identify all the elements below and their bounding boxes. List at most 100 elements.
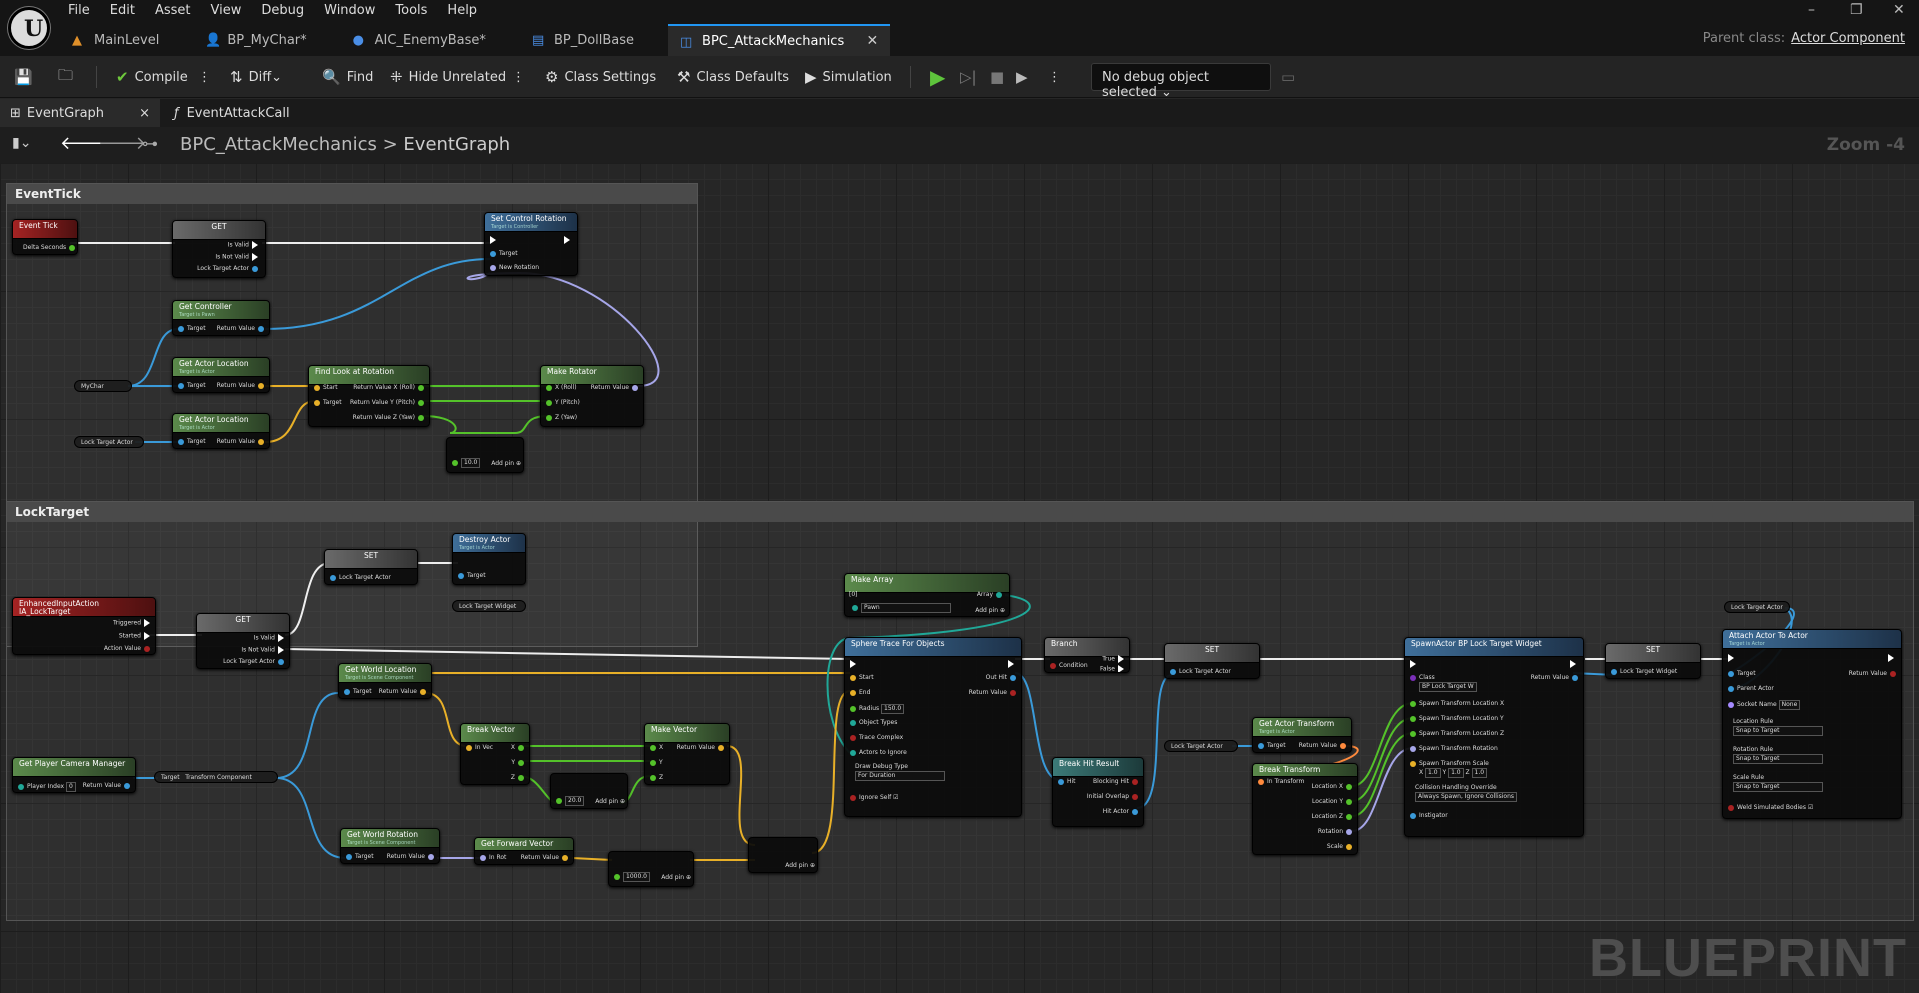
play-options-icon[interactable]: ⋮ [1048,65,1061,89]
node-add-20[interactable]: 20.0 Add pin ⊕ [550,773,628,809]
node-attach-actor-to-actor[interactable]: Attach Actor To Actor Target is Actor Tar… [1722,629,1902,819]
menu-tools[interactable]: Tools [385,0,437,22]
class-settings-button[interactable]: ⚙ Class Settings [545,65,656,89]
compile-button[interactable]: ✔ Compile [116,65,188,89]
node-get-player-camera-manager[interactable]: Get Player Camera Manager Player Index 0… [12,757,136,793]
node-break-transform[interactable]: Break Transform In Transform Location X … [1252,763,1358,855]
controller-wire [264,258,491,330]
browse-icon[interactable]: 🗀 [58,65,79,89]
node-make-array[interactable]: Make Array [0] Pawn Array Add pin ⊕ [844,573,1010,617]
menu-window[interactable]: Window [314,0,385,22]
debug-filter-icon[interactable]: ▭ [1281,65,1301,89]
pin-lock-target-actor[interactable]: Lock Target Actor [197,265,261,273]
tab-mainlevel[interactable]: ▲ MainLevel [60,24,177,56]
var-mychar[interactable]: MyChar [74,380,132,392]
close-window-icon[interactable]: ✕ [1893,2,1905,18]
node-branch[interactable]: Branch Condition True False [1044,637,1130,673]
node-break-hit-result[interactable]: Break Hit Result Hit Blocking Hit Initia… [1052,757,1144,827]
doc-tab-eventattackcall[interactable]: ƒ EventAttackCall [172,99,290,127]
node-multiply-1000[interactable]: 1000.0 Add pin ⊕ [608,851,694,887]
parent-class-link[interactable]: Actor Component [1791,31,1905,46]
find-icon: 🔍 [322,68,341,86]
hide-unrelated-button[interactable]: ⁜ Hide Unrelated [390,65,506,89]
blueprint-icon: ▤ [531,33,545,48]
node-get-actor-transform[interactable]: Get Actor Transform Target is Actor Targe… [1252,717,1352,753]
node-add-10[interactable]: 10.0 Add pin ⊕ [446,437,524,473]
var-lock-target-actor-2[interactable]: Lock Target Actor [1164,740,1238,752]
function-icon: ƒ [174,105,179,121]
node-break-vector[interactable]: Break Vector In Vec X Y Z [460,723,530,785]
bookmark-icon[interactable]: ▮⌄ [12,135,31,151]
node-set-1[interactable]: SET Lock Target Actor [324,549,418,585]
pin-is-not-valid[interactable]: Is Not Valid [215,253,261,262]
class-defaults-icon: ⚒ [677,68,691,86]
simulation-icon: ▶ [805,68,817,86]
unreal-logo-icon[interactable]: U [8,7,50,49]
menu-help[interactable]: Help [437,0,487,22]
stop-icon: ■ [990,68,1005,86]
close-doc-tab-icon[interactable]: × [139,106,150,121]
parent-class: Parent class: Actor Component [1702,31,1905,46]
menu-file[interactable]: File [58,0,100,22]
graph-tree-icon: ⊶ [142,134,158,153]
node-get-lock[interactable]: GET Is Valid Is Not Valid Lock Target Ac… [196,613,290,669]
graph-canvas[interactable]: EventTick LockTarget Event Tick Delta Se… [0,163,1919,993]
find-button[interactable]: 🔍 Find [322,65,373,89]
node-destroy-actor[interactable]: Destroy Actor Target is Actor Target [452,533,526,585]
diff-button[interactable]: ⇅ Diff ⌄ [230,65,282,89]
node-get-controller[interactable]: Get Controller Target is Pawn Target Retu… [172,300,270,336]
node-get-world-location-1[interactable]: Get World Location Target is Scene Compon… [338,663,432,699]
node-transform-component[interactable]: Target Transform Component [154,771,278,783]
tab-aic-enemybase[interactable]: ● AIC_EnemyBase* [341,24,504,56]
menu-asset[interactable]: Asset [145,0,201,22]
save-icon[interactable]: 💾 [14,65,39,89]
node-get-actor-location-2[interactable]: Get Actor Location Target is Actor Target… [172,413,270,449]
minimize-icon[interactable]: – [1808,2,1815,18]
node-make-vector[interactable]: Make Vector X Y Z Return Value [644,723,730,785]
menu-debug[interactable]: Debug [251,0,314,22]
node-spawn-actor[interactable]: SpawnActor BP Lock Target Widget Class BP… [1404,637,1584,837]
ai-controller-icon: ● [352,33,364,48]
tab-bp-dollbase[interactable]: ▤ BP_DollBase [520,24,652,56]
node-get-actor-location-1[interactable]: Get Actor Location Target is Actor Target… [172,357,270,393]
pin-is-valid[interactable]: Is Valid [228,241,261,250]
node-get-forward-vector[interactable]: Get Forward Vector In Rot Return Value [474,837,574,865]
node-input-action-locktarget[interactable]: EnhancedInputAction IA_LockTarget Trigge… [12,597,156,655]
compile-options-icon[interactable]: ⋮ [198,65,211,89]
simulation-button[interactable]: ▶ Simulation [805,65,892,89]
doc-tab-eventgraph[interactable]: ⊞ EventGraph × [0,99,160,127]
node-add-final[interactable]: Add pin ⊕ [748,837,818,873]
tab-bp-mychar[interactable]: 👤 BP_MyChar* [193,24,324,56]
close-tab-icon[interactable]: ✕ [867,33,879,49]
stop-button[interactable]: ■ [990,65,1010,89]
node-sphere-trace[interactable]: Sphere Trace For Objects Start End Radiu… [844,637,1022,817]
component-icon: ◫ [680,35,693,50]
forward-arrow-icon[interactable]: 🡒 [98,133,146,154]
debug-object-dropdown[interactable]: No debug object selected ⌄ [1091,63,1271,100]
play-button[interactable]: ▶ [930,65,951,89]
node-event-tick[interactable]: Event Tick Delta Seconds [12,219,78,255]
node-set-control-rotation[interactable]: Set Control Rotation Target is Controller… [484,212,578,276]
graph-icon: ⊞ [10,105,21,121]
menu-view[interactable]: View [201,0,252,22]
pin-target[interactable]: Target [487,250,518,258]
maximize-icon[interactable]: ❐ [1850,2,1863,18]
step-button[interactable]: ▷| [960,65,983,89]
eject-button[interactable]: ▶ [1016,65,1034,89]
menu-edit[interactable]: Edit [100,0,145,22]
more-options-icon[interactable]: ⋮ [512,65,525,89]
node-get-tick[interactable]: GET Is Valid Is Not Valid Lock Target Ac… [172,220,266,278]
node-make-rotator[interactable]: Make Rotator X (Roll) Y (Pitch) Z (Yaw) … [540,365,644,427]
tab-bpc-attackmechanics[interactable]: ◫ BPC_AttackMechanics ✕ [668,24,891,56]
node-find-look-at-rotation[interactable]: Find Look at Rotation Start Target Retur… [308,365,430,427]
node-set-3[interactable]: SET Lock Target Widget [1605,643,1701,679]
class-defaults-button[interactable]: ⚒ Class Defaults [677,65,789,89]
var-lock-target-actor-3[interactable]: Lock Target Actor [1724,601,1790,613]
var-lock-target-widget[interactable]: Lock Target Widget [452,600,526,612]
pin-new-rotation[interactable]: New Rotation [487,264,539,272]
pin-delta-seconds[interactable]: Delta Seconds [23,244,77,252]
compile-check-icon: ✔ [116,68,129,86]
node-get-world-rotation[interactable]: Get World Rotation Target is Scene Compon… [340,828,440,864]
var-lock-target-actor-1[interactable]: Lock Target Actor [74,436,144,448]
node-set-2[interactable]: SET Lock Target Actor [1164,643,1260,679]
